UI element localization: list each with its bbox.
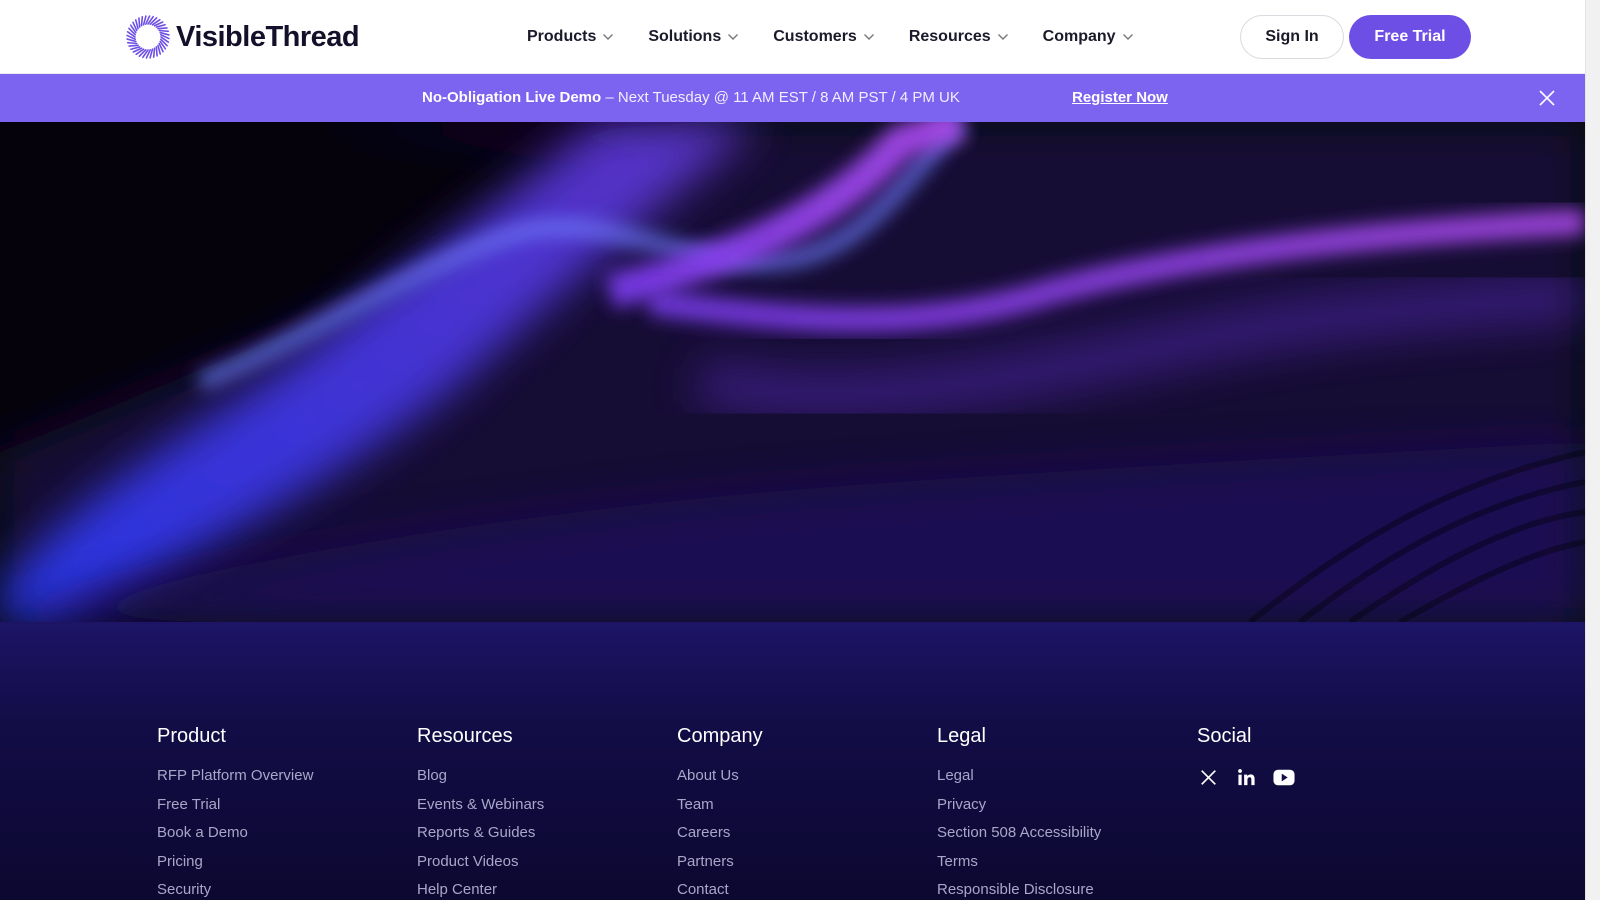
social-icons (1197, 766, 1437, 788)
banner-text: No-Obligation Live Demo – Next Tuesday @… (422, 89, 960, 106)
hero-waves-graphic (0, 122, 1585, 622)
footer-link[interactable]: Security (157, 880, 397, 900)
chevron-down-icon (863, 34, 874, 40)
footer-link[interactable]: Contact (677, 880, 917, 900)
footer-link[interactable]: Book a Demo (157, 823, 397, 852)
hero-background (0, 122, 1585, 622)
site-header: VisibleThread Products Solutions Custome… (0, 0, 1585, 74)
footer-link[interactable]: Legal (937, 766, 1177, 795)
x-icon[interactable] (1197, 766, 1219, 788)
footer-link[interactable]: Product Videos (417, 852, 657, 881)
nav-solutions-label: Solutions (648, 28, 722, 45)
footer-col-company: Company About Us Team Careers Partners C… (677, 725, 917, 900)
footer-link[interactable]: Reports & Guides (417, 823, 657, 852)
footer-col-title: Legal (937, 725, 986, 747)
footer-link[interactable]: Terms (937, 852, 1177, 881)
footer-col-title: Resources (417, 725, 513, 747)
logo[interactable]: VisibleThread (126, 14, 360, 60)
footer-col-title: Social (1197, 725, 1252, 747)
chevron-down-icon (1122, 34, 1133, 40)
footer-link[interactable]: About Us (677, 766, 917, 795)
footer-link[interactable]: Partners (677, 852, 917, 881)
nav-resources-label: Resources (908, 28, 991, 45)
footer-link[interactable]: Team (677, 795, 917, 824)
footer-link[interactable]: Section 508 Accessibility (937, 823, 1177, 852)
footer-link[interactable]: Free Trial (157, 795, 397, 824)
footer-link[interactable]: Help Center (417, 880, 657, 900)
nav-products-label: Products (527, 28, 597, 45)
site-footer: Product RFP Platform Overview Free Trial… (0, 622, 1585, 900)
linkedin-icon[interactable] (1235, 766, 1257, 788)
logo-icon (126, 15, 170, 59)
announcement-banner: No-Obligation Live Demo – Next Tuesday @… (0, 74, 1585, 122)
footer-col-title: Company (677, 725, 763, 747)
nav-solutions[interactable]: Solutions (648, 26, 739, 48)
logo-text: VisibleThread (176, 20, 360, 53)
nav-company[interactable]: Company (1043, 26, 1134, 48)
footer-link[interactable]: RFP Platform Overview (157, 766, 397, 795)
nav-products[interactable]: Products (527, 26, 614, 48)
main-nav: Products Solutions Customers Resources C… (527, 26, 1168, 48)
footer-link[interactable]: Responsible Disclosure (937, 880, 1177, 900)
register-now-link[interactable]: Register Now (1072, 89, 1168, 106)
footer-link[interactable]: Pricing (157, 852, 397, 881)
page-scrollbar[interactable] (1585, 0, 1600, 900)
nav-customers[interactable]: Customers (773, 26, 875, 48)
footer-col-legal: Legal Legal Privacy Section 508 Accessib… (937, 725, 1177, 900)
footer-link[interactable]: Privacy (937, 795, 1177, 824)
footer-col-resources: Resources Blog Events & Webinars Reports… (417, 725, 657, 900)
footer-link[interactable]: Events & Webinars (417, 795, 657, 824)
chevron-down-icon (997, 34, 1008, 40)
close-icon[interactable] (1538, 89, 1556, 107)
footer-link[interactable]: Blog (417, 766, 657, 795)
nav-customers-label: Customers (773, 28, 857, 45)
page: VisibleThread Products Solutions Custome… (0, 0, 1585, 900)
footer-link[interactable]: Careers (677, 823, 917, 852)
sign-in-button[interactable]: Sign In (1240, 15, 1344, 59)
banner-text-rest: – Next Tuesday @ 11 AM EST / 8 AM PST / … (601, 89, 960, 106)
chevron-down-icon (728, 34, 739, 40)
footer-col-social: Social (1197, 725, 1437, 788)
free-trial-button[interactable]: Free Trial (1349, 15, 1471, 59)
footer-col-title: Product (157, 725, 226, 747)
footer-col-product: Product RFP Platform Overview Free Trial… (157, 725, 397, 900)
banner-text-bold: No-Obligation Live Demo (422, 89, 602, 106)
nav-company-label: Company (1042, 28, 1116, 45)
chevron-down-icon (603, 34, 614, 40)
youtube-icon[interactable] (1273, 766, 1295, 788)
nav-resources[interactable]: Resources (909, 26, 1009, 48)
